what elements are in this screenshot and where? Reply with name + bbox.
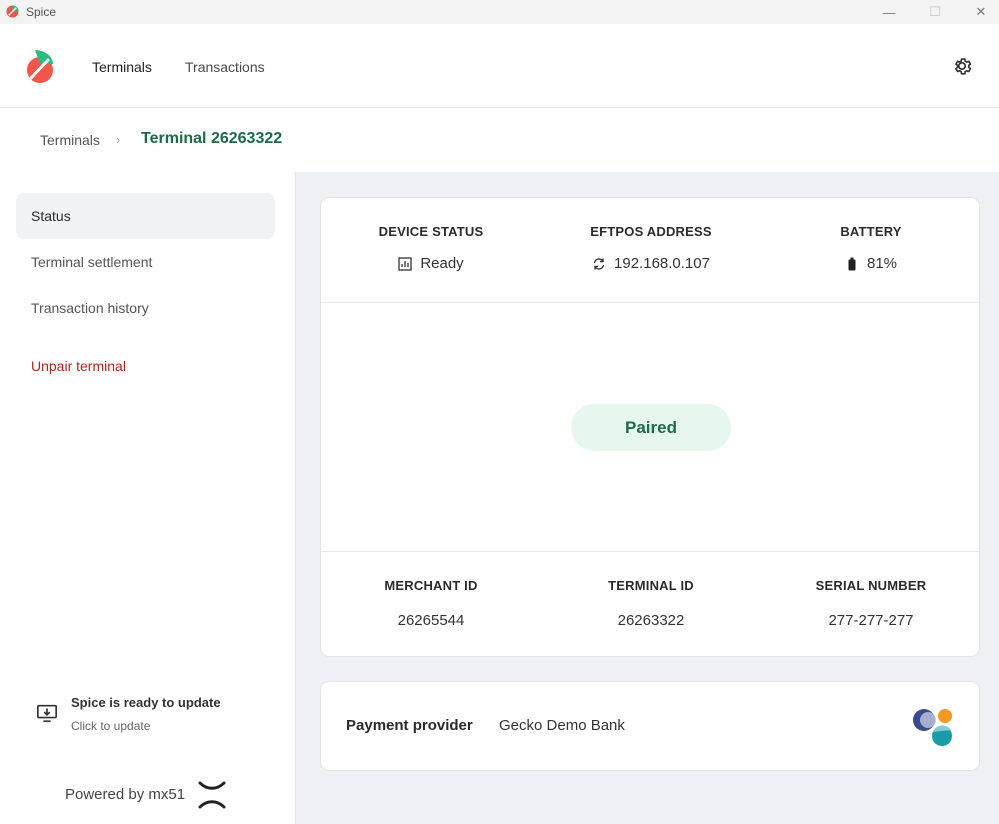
- terminal-id: TERMINAL ID 26263322: [541, 578, 761, 629]
- sidebar-item-transaction-history[interactable]: Transaction history: [16, 285, 275, 331]
- sidebar-item-unpair-terminal[interactable]: Unpair terminal: [16, 343, 275, 389]
- powered-by-label: Powered by mx51: [65, 786, 186, 803]
- spice-logo[interactable]: [26, 48, 54, 86]
- battery-icon: [848, 257, 856, 270]
- sidebar-item-terminal-settlement[interactable]: Terminal settlement: [16, 239, 275, 285]
- terminal-status-card: DEVICE STATUS Ready EFTPOS ADDRESS 192.1…: [320, 197, 980, 657]
- gecko-bank-logo: [913, 709, 952, 746]
- status-summary: DEVICE STATUS Ready EFTPOS ADDRESS 192.1…: [321, 198, 979, 303]
- terminal-id-value: 26263322: [617, 612, 685, 629]
- merchant-id-value: 26265544: [397, 612, 465, 629]
- mx51-logo: [198, 781, 226, 809]
- merchant-id-label: MERCHANT ID: [384, 578, 478, 593]
- device-status-label: DEVICE STATUS: [378, 224, 484, 239]
- maximize-button[interactable]: ☐: [912, 0, 958, 24]
- page-title: Terminal 26263322: [141, 130, 283, 147]
- nav-transactions[interactable]: Transactions: [185, 59, 265, 75]
- chevron-right-icon: ›: [116, 132, 121, 147]
- gear-icon[interactable]: [951, 55, 973, 77]
- eftpos-address: EFTPOS ADDRESS 192.168.0.107: [541, 224, 761, 272]
- battery-value: 81%: [866, 255, 898, 272]
- sidebar: Status Terminal settlement Transaction h…: [0, 172, 296, 824]
- eftpos-address-label: EFTPOS ADDRESS: [590, 224, 712, 239]
- serial-number-label: SERIAL NUMBER: [815, 578, 927, 593]
- window-title: Spice: [26, 5, 57, 19]
- breadcrumb-terminals[interactable]: Terminals: [40, 132, 100, 148]
- minimize-button[interactable]: —: [866, 0, 912, 24]
- app-header: Terminals Transactions: [0, 24, 999, 108]
- payment-provider-value: Gecko Demo Bank: [499, 717, 625, 734]
- payment-provider-card: Payment provider Gecko Demo Bank: [320, 681, 980, 771]
- eftpos-address-value: 192.168.0.107: [614, 255, 710, 272]
- update-notice[interactable]: Spice is ready to update Click to update: [36, 692, 276, 742]
- update-subtitle: Click to update: [71, 719, 151, 733]
- nav-terminals[interactable]: Terminals: [92, 59, 152, 75]
- close-button[interactable]: ✕: [958, 0, 999, 24]
- breadcrumb: Terminals › Terminal 26263322: [0, 108, 999, 172]
- paired-status-badge: Paired: [571, 404, 731, 451]
- device-status: DEVICE STATUS Ready: [321, 224, 541, 272]
- update-title: Spice is ready to update: [71, 695, 221, 710]
- terminal-id-label: TERMINAL ID: [608, 578, 694, 593]
- battery-label: BATTERY: [840, 224, 902, 239]
- serial-number-value: 277-277-277: [828, 612, 914, 629]
- terminal-details: MERCHANT ID 26265544 TERMINAL ID 2626332…: [321, 551, 979, 656]
- download-monitor-icon: [37, 704, 57, 723]
- bar-chart-icon: [398, 256, 412, 271]
- sync-icon: [593, 257, 605, 270]
- title-bar: Spice — ☐ ✕: [0, 0, 999, 24]
- spice-app-icon: [6, 5, 19, 18]
- battery: BATTERY 81%: [761, 224, 981, 272]
- main-content: DEVICE STATUS Ready EFTPOS ADDRESS 192.1…: [296, 172, 999, 824]
- device-status-value: Ready: [420, 255, 464, 272]
- merchant-id: MERCHANT ID 26265544: [321, 578, 541, 629]
- payment-provider-label: Payment provider: [346, 717, 473, 734]
- sidebar-item-status[interactable]: Status: [16, 193, 275, 239]
- serial-number: SERIAL NUMBER 277-277-277: [761, 578, 981, 629]
